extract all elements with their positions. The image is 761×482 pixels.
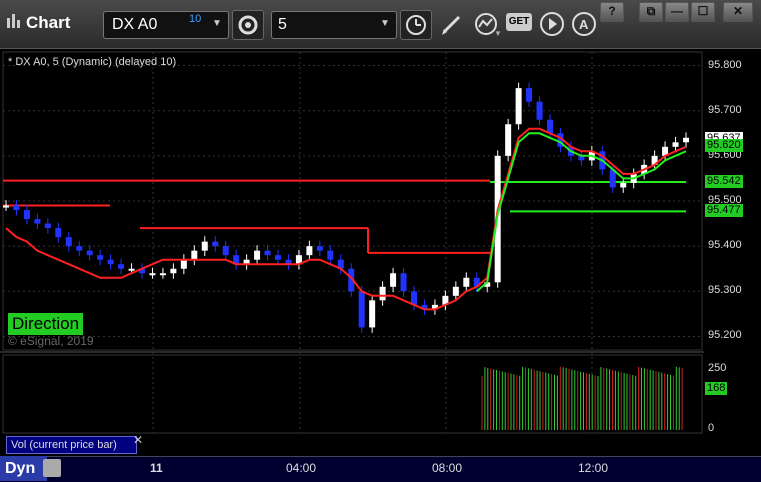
candle-body: [620, 182, 627, 188]
y-tick: 95.400: [708, 239, 742, 252]
candle-body: [55, 228, 62, 238]
candle-body: [400, 273, 407, 292]
candle-body: [3, 205, 9, 208]
candle-body: [149, 273, 156, 276]
candle-body: [505, 124, 512, 156]
candle-body: [358, 291, 365, 328]
candle-body: [306, 246, 313, 256]
candle-body: [254, 250, 261, 260]
candle-body: [118, 264, 125, 269]
volume-y-tick: 250: [708, 362, 727, 374]
y-tick: 95.300: [708, 284, 742, 297]
candle-body: [526, 88, 533, 102]
dyn-button[interactable]: Dyn: [0, 456, 47, 481]
x-tick: 08:00: [432, 461, 463, 475]
candle-body: [191, 250, 198, 260]
y-tick: 95.700: [708, 103, 742, 116]
volume-y-tick: 0: [708, 422, 715, 434]
copyright-text: © eSignal, 2019: [8, 334, 94, 348]
volume-panel-label[interactable]: Vol (current price bar): [6, 436, 137, 454]
candle-body: [65, 237, 72, 247]
price-tag: 95.542: [705, 175, 743, 189]
candle-body: [683, 137, 689, 143]
price-chart[interactable]: [0, 0, 761, 481]
candle-body: [222, 246, 229, 256]
candle-body: [180, 259, 187, 269]
close-icon[interactable]: ✕: [133, 433, 143, 447]
candle-body: [34, 219, 41, 224]
candle-body: [264, 250, 271, 256]
candle-body: [547, 119, 553, 134]
time-axis: [0, 456, 761, 482]
candle-body: [672, 142, 679, 147]
candle-body: [212, 241, 219, 247]
price-tag: 95.477: [705, 204, 743, 218]
volume-tag: 168: [705, 382, 728, 395]
candle-body: [128, 268, 135, 271]
y-tick: 95.200: [708, 329, 742, 342]
candle-body: [463, 277, 470, 287]
candle-body: [515, 88, 522, 125]
candle-body: [23, 210, 30, 220]
candle-body: [170, 268, 177, 274]
direction-label: Direction: [8, 313, 84, 335]
candle-body: [97, 255, 104, 260]
candle-body: [316, 246, 323, 251]
x-tick: 12:00: [578, 461, 609, 475]
candle-body: [201, 241, 208, 251]
chart-header: * DX A0, 5 (Dynamic) (delayed 10): [8, 56, 177, 68]
candle-body: [159, 273, 166, 276]
volume-panel-border: [2, 354, 703, 434]
candle-body: [13, 205, 20, 211]
lock-icon[interactable]: [43, 459, 61, 477]
y-tick: 95.800: [708, 58, 742, 71]
candle-body: [275, 255, 281, 260]
candle-body: [390, 273, 397, 287]
candle-body: [107, 259, 114, 265]
price-panel-border: [2, 51, 703, 351]
candle-body: [379, 286, 386, 301]
candle-body: [327, 250, 334, 260]
candle-body: [452, 286, 459, 296]
price-tag: 95.620: [705, 138, 743, 152]
candle-body: [44, 223, 51, 229]
candle-body: [536, 101, 543, 120]
x-tick: 11: [150, 461, 163, 475]
candle-body: [76, 246, 83, 251]
x-tick: 04:00: [286, 461, 317, 475]
candle-body: [86, 250, 93, 256]
candle-body: [369, 300, 376, 328]
